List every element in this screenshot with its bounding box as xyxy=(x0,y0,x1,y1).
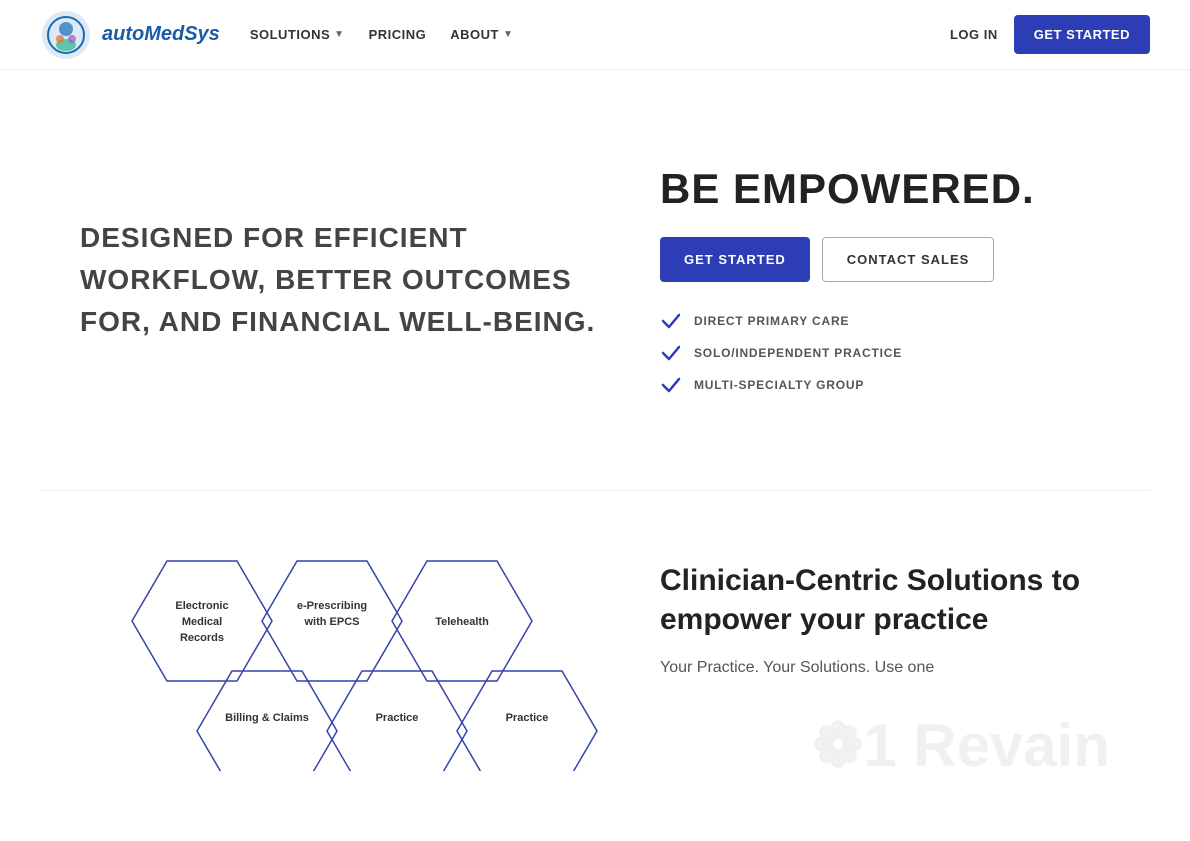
nav-solutions[interactable]: SOLUTIONS ▼ xyxy=(250,27,345,42)
hero-section: DESIGNED FOR EFFICIENT WORKFLOW, BETTER … xyxy=(0,70,1190,490)
list-item: MULTI-SPECIALTY GROUP xyxy=(660,374,1110,396)
hex-practice-1: Practice xyxy=(327,671,467,771)
svg-text:Telehealth: Telehealth xyxy=(435,616,489,628)
list-item: DIRECT PRIMARY CARE xyxy=(660,310,1110,332)
hero-left: DESIGNED FOR EFFICIENT WORKFLOW, BETTER … xyxy=(80,217,600,343)
log-in-button[interactable]: LOG IN xyxy=(950,27,998,42)
chevron-down-icon: ▼ xyxy=(503,29,513,40)
contact-sales-button[interactable]: CONTACT SALES xyxy=(822,237,995,282)
svg-text:with EPCS: with EPCS xyxy=(303,616,359,628)
solutions-subtitle: Your Practice. Your Solutions. Use one xyxy=(660,655,1110,681)
solutions-section: Electronic Medical Records e-Prescribing… xyxy=(0,491,1190,841)
hero-buttons: GET STARTED CONTACT SALES xyxy=(660,237,1110,282)
revain-watermark: ❁1 Revain xyxy=(660,711,1110,781)
solutions-right: Clinician-Centric Solutions to empower y… xyxy=(660,551,1110,781)
hero-right: BE EMPOWERED. GET STARTED CONTACT SALES … xyxy=(600,165,1110,396)
navbar: autoMedSys SOLUTIONS ▼ PRICING ABOUT ▼ L… xyxy=(0,0,1190,70)
hex-electronic-medical-records: Electronic Medical Records xyxy=(132,561,272,681)
logo-icon xyxy=(40,9,92,61)
svg-text:Practice: Practice xyxy=(376,712,419,724)
chevron-down-icon: ▼ xyxy=(334,29,344,40)
checkmark-icon xyxy=(660,374,682,396)
hex-telehealth: Telehealth xyxy=(392,561,532,681)
checkmark-icon xyxy=(660,342,682,364)
nav-pricing[interactable]: PRICING xyxy=(369,27,427,42)
nav-about[interactable]: ABOUT ▼ xyxy=(450,27,513,42)
svg-text:Electronic: Electronic xyxy=(175,600,228,612)
check-list: DIRECT PRIMARY CARE SOLO/INDEPENDENT PRA… xyxy=(660,310,1110,396)
hex-eprescribing: e-Prescribing with EPCS xyxy=(262,561,402,681)
list-item: SOLO/INDEPENDENT PRACTICE xyxy=(660,342,1110,364)
nav-links: SOLUTIONS ▼ PRICING ABOUT ▼ xyxy=(250,27,514,42)
navbar-right: LOG IN GET STARTED xyxy=(950,15,1150,54)
revain-watermark-area: ❁1 Revain xyxy=(660,711,1110,781)
get-started-hero-button[interactable]: GET STARTED xyxy=(660,237,810,282)
hex-billing-claims: Billing & Claims xyxy=(197,671,337,771)
navbar-left: autoMedSys SOLUTIONS ▼ PRICING ABOUT ▼ xyxy=(40,9,513,61)
svg-text:e-Prescribing: e-Prescribing xyxy=(297,600,367,612)
hexagon-grid: Electronic Medical Records e-Prescribing… xyxy=(80,551,600,776)
hex-practice-2: Practice xyxy=(457,671,597,771)
svg-text:Records: Records xyxy=(180,632,224,644)
logo[interactable]: autoMedSys xyxy=(40,9,220,61)
logo-text: autoMedSys xyxy=(102,23,220,46)
solutions-title: Clinician-Centric Solutions to empower y… xyxy=(660,561,1110,639)
get-started-nav-button[interactable]: GET STARTED xyxy=(1014,15,1150,54)
checkmark-icon xyxy=(660,310,682,332)
svg-text:Billing & Claims: Billing & Claims xyxy=(225,712,309,724)
hex-diagram: Electronic Medical Records e-Prescribing… xyxy=(80,551,600,771)
svg-text:Medical: Medical xyxy=(182,616,222,628)
hero-heading: DESIGNED FOR EFFICIENT WORKFLOW, BETTER … xyxy=(80,217,600,343)
empowered-title: BE EMPOWERED. xyxy=(660,165,1110,213)
svg-text:Practice: Practice xyxy=(506,712,549,724)
